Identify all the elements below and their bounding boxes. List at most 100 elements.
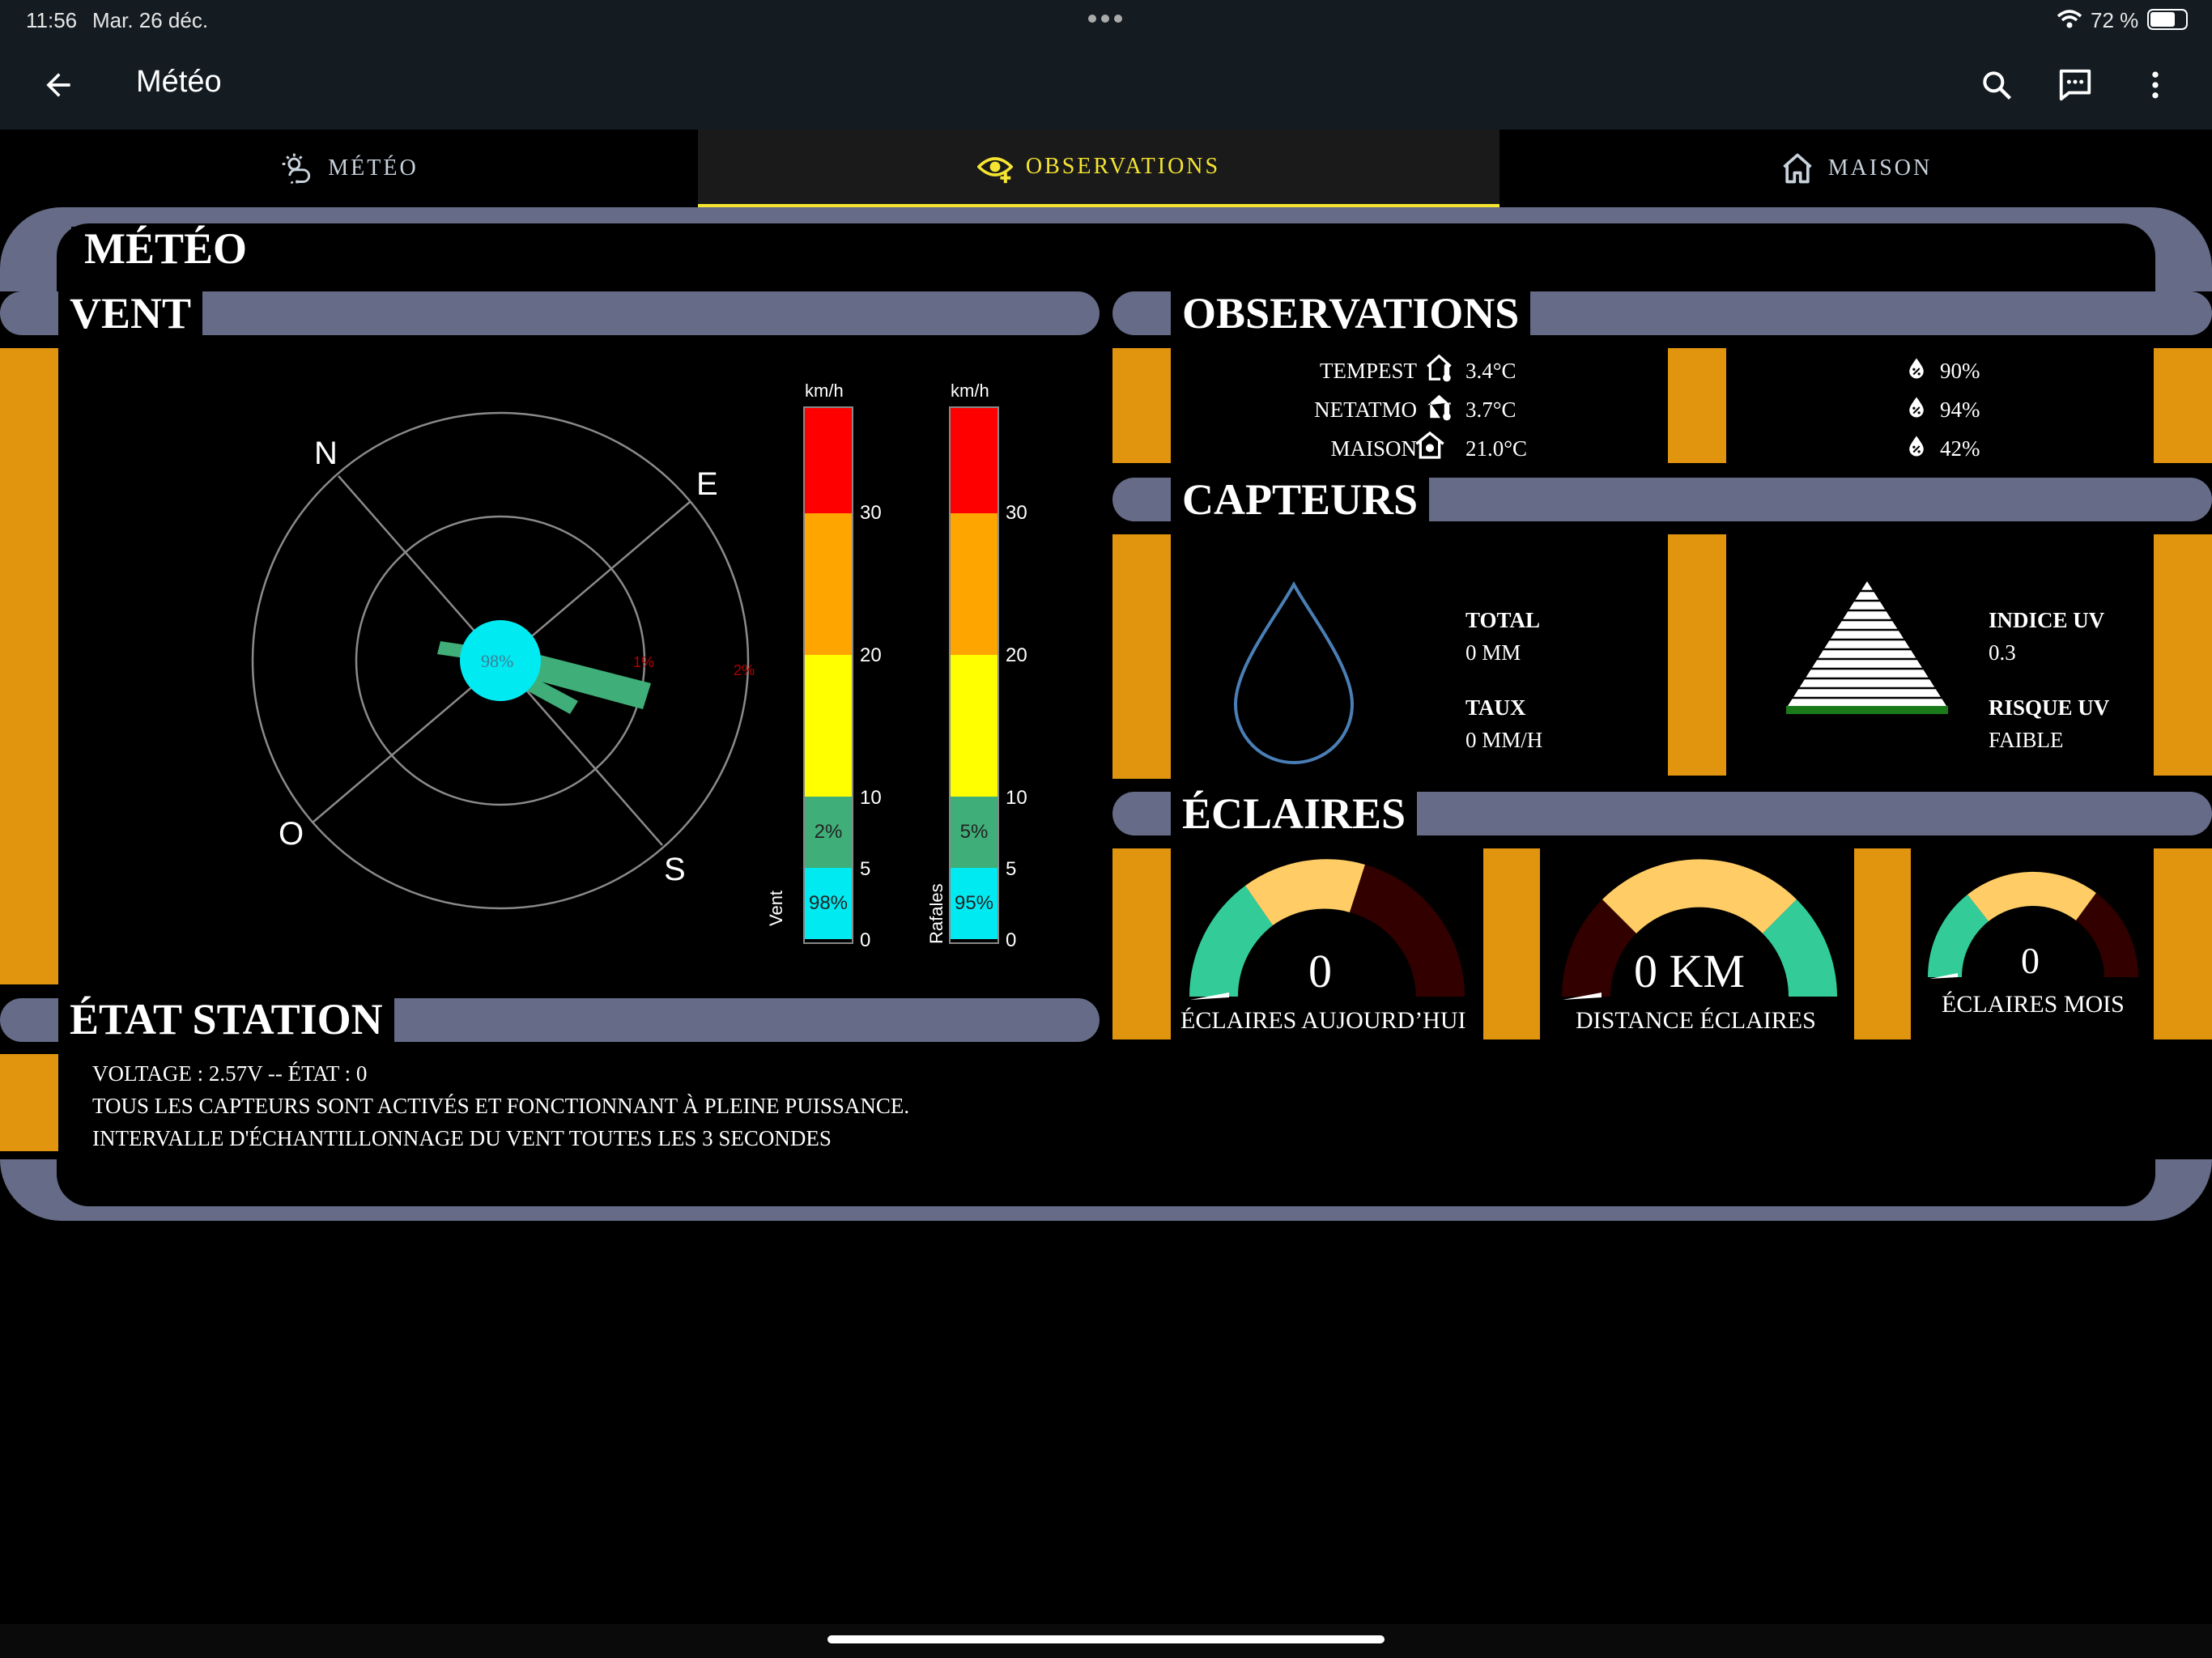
uv-index-label: INDICE UV (1989, 608, 2105, 632)
compass-east: E (696, 466, 718, 502)
gust-tick-0: 0 (1006, 929, 1017, 951)
rain-drop-icon (1233, 580, 1355, 764)
station-line-voltage: VOLTAGE : 2.57V -- ÉTAT : 0 (92, 1061, 368, 1086)
wind-bar-label: Vent (766, 890, 786, 926)
rain-values: TOTAL 0 MM TAUX 0 MM/H (1465, 604, 1542, 756)
obs-orange-right (2154, 348, 2212, 463)
ecl-orange-2 (1483, 848, 1540, 1039)
ring-label-outer: 2% (734, 662, 755, 678)
wifi-icon (2057, 10, 2082, 28)
chat-icon[interactable] (2057, 66, 2094, 104)
obs-humidity-netatmo: 94% (1940, 397, 1980, 422)
rain-rate-label: TAUX (1465, 695, 1526, 720)
humidity-icon (1909, 358, 1924, 379)
wind-bar-pct-mid: 2% (805, 797, 852, 868)
uv-index-value: 0.3 (1989, 640, 2016, 665)
station-heading: ÉTAT STATION (58, 993, 394, 1046)
gust-speed-bar: 5% 95% (949, 406, 999, 944)
humidity-icon (1909, 397, 1924, 418)
station-line-interval: INTERVALLE D'ÉCHANTILLONNAGE DU VENT TOU… (92, 1126, 832, 1150)
obs-temps: 3.4°C 3.7°C 21.0°C (1465, 351, 1527, 468)
wind-speed-bar: 2% 98% (803, 406, 853, 944)
indoor-home-icon (1415, 431, 1444, 459)
weather-icon (282, 153, 311, 185)
vent-orange-pillar (0, 348, 58, 984)
status-date: Mar. 26 déc. (92, 8, 209, 32)
capt-orange-right (2154, 534, 2212, 776)
eclaires-heading: ÉCLAIRES (1171, 787, 1418, 840)
multitasking-dots-icon[interactable] (1088, 15, 1122, 23)
rain-total-value: 0 MM (1465, 640, 1521, 665)
compass-west: O (279, 816, 304, 852)
rain-total-label: TOTAL (1465, 608, 1541, 632)
gust-bar-red (951, 408, 998, 513)
obs-orange-left (1112, 348, 1171, 463)
uv-risk-value: FAIBLE (1989, 728, 2064, 752)
lightning-distance-label: DISTANCE ÉCLAIRES (1576, 1007, 1816, 1034)
more-vert-icon[interactable] (2138, 67, 2173, 103)
status-bar: 11:56 Mar. 26 déc. 72 % (0, 0, 2212, 40)
obs-humidity-maison: 42% (1940, 436, 1980, 461)
tab-maison-label: MAISON (1827, 155, 1933, 181)
wind-tick-5: 5 (860, 858, 871, 880)
obs-orange-mid (1668, 348, 1726, 463)
tab-maison[interactable]: MAISON (1499, 130, 2212, 207)
obs-name-tempest: TEMPEST (1319, 359, 1417, 383)
obs-humidity-tempest: 90% (1940, 359, 1980, 383)
netatmo-thermometer-icon (1427, 394, 1451, 421)
station-orange-pillar (0, 1054, 58, 1151)
ecl-orange-1 (1112, 848, 1171, 1039)
app-title: Météo (136, 65, 222, 99)
capt-orange-mid (1668, 534, 1726, 776)
outdoor-thermometer-icon (1427, 354, 1452, 382)
capt-orange-left (1112, 534, 1171, 779)
obs-humidity: 90% 94% 42% (1940, 351, 1980, 468)
wind-tick-20: 20 (860, 644, 882, 666)
obs-name-maison: MAISON (1330, 436, 1417, 461)
home-icon (1783, 153, 1812, 184)
vent-heading: VENT (58, 287, 203, 340)
gust-tick-20: 20 (1006, 644, 1027, 666)
compass-north: N (314, 436, 338, 471)
gust-bar-unit: km/h (951, 380, 989, 401)
wind-tick-0: 0 (860, 929, 871, 951)
search-icon[interactable] (1979, 67, 2014, 103)
lightning-today-value: 0 (1308, 945, 1332, 997)
gust-bar-pct-low: 95% (951, 868, 998, 939)
calm-percent: 98% (481, 651, 514, 671)
uv-risk-label: RISQUE UV (1989, 695, 2110, 720)
wind-bar-yellow (805, 655, 852, 797)
tab-bar: MÉTÉO OBSERVATIONS MAISON (0, 130, 2212, 207)
battery-percent: 72 % (2091, 8, 2139, 32)
ecl-orange-4 (2154, 848, 2212, 1039)
tab-observations-label: OBSERVATIONS (1025, 154, 1221, 179)
capteurs-heading: CAPTEURS (1171, 473, 1430, 526)
uv-values: INDICE UV 0.3 RISQUE UV FAIBLE (1989, 604, 2109, 756)
wind-bar-unit: km/h (805, 380, 844, 401)
home-indicator[interactable] (827, 1635, 1385, 1643)
back-arrow-icon[interactable] (40, 67, 76, 103)
uv-pyramid-icon (1786, 581, 1948, 714)
obs-temp-netatmo: 3.7°C (1465, 397, 1516, 422)
ecl-orange-3 (1854, 848, 1911, 1039)
observations-heading: OBSERVATIONS (1171, 287, 1531, 340)
humidity-icon (1909, 436, 1924, 457)
eye-icon (976, 157, 1013, 184)
ring-label-inner: 1% (633, 654, 655, 670)
wind-tick-30: 30 (860, 502, 882, 524)
wind-bar-red (805, 408, 852, 513)
tab-observations[interactable]: OBSERVATIONS (698, 130, 1499, 207)
gust-tick-5: 5 (1006, 858, 1017, 880)
obs-names: TEMPEST NETATMO MAISON (1214, 351, 1417, 468)
wind-bar-orange (805, 513, 852, 655)
obs-name-netatmo: NETATMO (1314, 397, 1417, 422)
app-bar: Météo (0, 40, 2212, 130)
tab-meteo[interactable]: MÉTÉO (0, 130, 698, 207)
lightning-today-label: ÉCLAIRES AUJOURD’HUI (1180, 1007, 1466, 1034)
gust-bar-orange (951, 513, 998, 655)
lightning-distance-value: 0 KM (1634, 945, 1745, 997)
tab-meteo-label: MÉTÉO (328, 155, 419, 181)
obs-temp-tempest: 3.4°C (1465, 359, 1516, 383)
status-time: 11:56 (26, 8, 78, 32)
obs-temp-maison: 21.0°C (1465, 436, 1528, 461)
